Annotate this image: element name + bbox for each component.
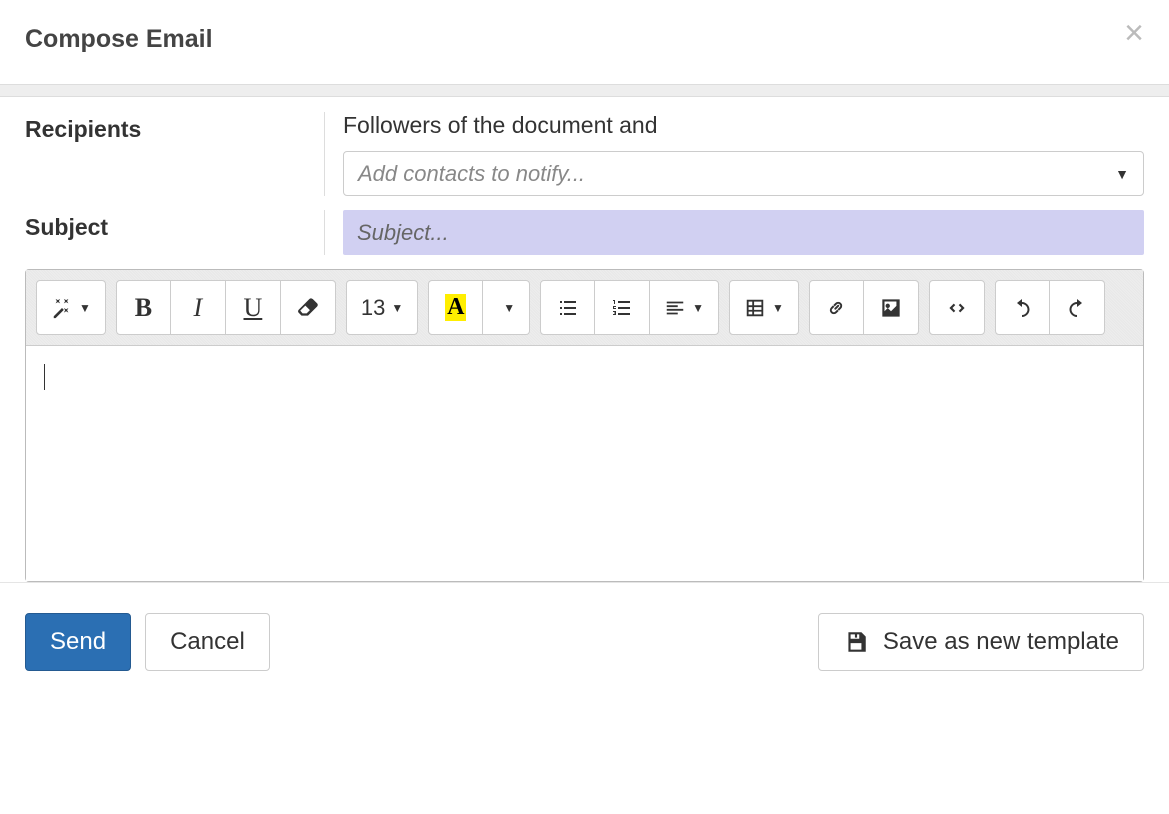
- subject-input[interactable]: [343, 210, 1144, 255]
- italic-button[interactable]: I: [171, 280, 226, 335]
- caret-down-icon: ▼: [692, 301, 704, 315]
- subject-value: [325, 210, 1144, 255]
- modal-header: Compose Email ×: [0, 0, 1169, 84]
- link-button[interactable]: [809, 280, 864, 335]
- redo-icon: [1065, 296, 1089, 320]
- image-icon: [878, 295, 904, 321]
- undo-icon: [1010, 296, 1034, 320]
- eraser-icon: [295, 295, 321, 321]
- subject-label: Subject: [25, 210, 325, 255]
- editor: ▼ B I U 13 ▼ A ▼: [25, 269, 1144, 582]
- modal-footer: Send Cancel Save as new template: [0, 582, 1169, 701]
- close-icon[interactable]: ×: [1124, 25, 1144, 42]
- contacts-placeholder: Add contacts to notify...: [358, 161, 585, 187]
- code-icon: [944, 295, 970, 321]
- subject-row: Subject: [25, 210, 1144, 255]
- cancel-button[interactable]: Cancel: [145, 613, 270, 671]
- followers-text: Followers of the document and: [343, 112, 1144, 139]
- numbered-list-icon: [610, 296, 634, 320]
- bold-icon: B: [135, 293, 152, 323]
- bullet-list-icon: [556, 296, 580, 320]
- table-button[interactable]: ▼: [729, 280, 799, 335]
- font-color-icon: A: [445, 294, 466, 321]
- font-size-button[interactable]: 13 ▼: [346, 280, 418, 335]
- modal-title: Compose Email: [25, 25, 213, 54]
- underline-icon: U: [244, 293, 263, 323]
- remove-format-button[interactable]: [281, 280, 336, 335]
- send-button[interactable]: Send: [25, 613, 131, 671]
- save-template-button[interactable]: Save as new template: [818, 613, 1144, 671]
- header-divider: [0, 84, 1169, 97]
- recipients-value: Followers of the document and Add contac…: [325, 112, 1144, 196]
- underline-button[interactable]: U: [226, 280, 281, 335]
- ordered-list-button[interactable]: [595, 280, 650, 335]
- font-color-button[interactable]: A: [428, 280, 483, 335]
- caret-down-icon: ▼: [79, 301, 91, 315]
- contacts-dropdown[interactable]: Add contacts to notify... ▼: [343, 151, 1144, 196]
- recipients-row: Recipients Followers of the document and…: [25, 112, 1144, 196]
- italic-icon: I: [194, 293, 203, 323]
- redo-button[interactable]: [1050, 280, 1105, 335]
- style-button[interactable]: ▼: [36, 280, 106, 335]
- font-color-caret-button[interactable]: ▼: [483, 280, 530, 335]
- link-icon: [824, 296, 848, 320]
- chevron-down-icon: ▼: [1115, 166, 1129, 182]
- font-size-value: 13: [361, 295, 385, 321]
- save-icon: [843, 629, 869, 655]
- picture-button[interactable]: [864, 280, 919, 335]
- unordered-list-button[interactable]: [540, 280, 595, 335]
- form-area: Recipients Followers of the document and…: [0, 97, 1169, 582]
- caret-down-icon: ▼: [503, 301, 515, 315]
- table-icon: [744, 297, 766, 319]
- paragraph-button[interactable]: ▼: [650, 280, 719, 335]
- codeview-button[interactable]: [929, 280, 985, 335]
- magic-wand-icon: [51, 297, 73, 319]
- editor-toolbar: ▼ B I U 13 ▼ A ▼: [26, 270, 1143, 346]
- align-icon: [664, 297, 686, 319]
- editor-body[interactable]: [26, 346, 1143, 581]
- caret-down-icon: ▼: [772, 301, 784, 315]
- bold-button[interactable]: B: [116, 280, 171, 335]
- caret-down-icon: ▼: [391, 301, 403, 315]
- undo-button[interactable]: [995, 280, 1050, 335]
- text-cursor: [44, 364, 45, 390]
- recipients-label: Recipients: [25, 112, 325, 196]
